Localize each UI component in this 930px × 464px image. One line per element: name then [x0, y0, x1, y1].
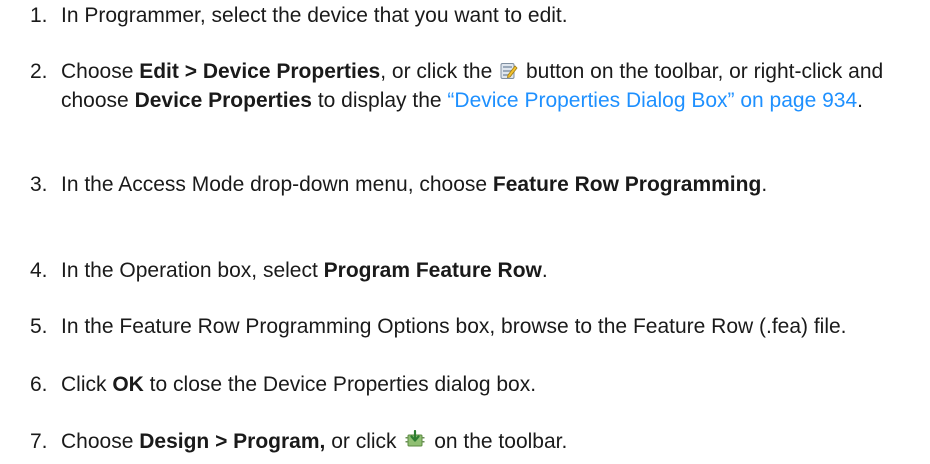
step-2-text-b: , or click the: [380, 60, 499, 83]
step-7-text-a: Choose: [61, 430, 140, 453]
step-text: Click OK to close the Device Properties …: [61, 370, 910, 399]
step-2-text-a: Choose: [61, 60, 140, 83]
step-4-text-b: .: [541, 259, 548, 282]
step-2-text-d: to display the: [312, 89, 448, 112]
step-number: 1.: [30, 4, 48, 27]
step-number: 4.: [30, 259, 48, 282]
step-number: 5.: [30, 315, 48, 338]
menu-path-design-program: Design > Program,: [139, 430, 326, 453]
step-4: 4. In the Operation box, select Program …: [30, 256, 910, 285]
step-text: In Programmer, select the device that yo…: [61, 1, 910, 30]
step-3-text-b: .: [761, 173, 768, 196]
step-2: 2. Choose Edit > Device Properties, or c…: [30, 57, 910, 115]
step-text: In the Access Mode drop-down menu, choos…: [61, 170, 910, 199]
step-5: 5. In the Feature Row Programming Option…: [30, 312, 910, 341]
step-text: Choose Edit > Device Properties, or clic…: [61, 57, 910, 115]
step-7: 7. Choose Design > Program, or click on …: [30, 427, 910, 456]
feature-row-programming-label: Feature Row Programming: [492, 173, 762, 196]
step-2-text-e: .: [857, 89, 863, 112]
step-3-text-a: In the Access Mode drop-down menu, choos…: [61, 173, 493, 196]
step-number: 6.: [30, 373, 48, 396]
step-6: 6. Click OK to close the Device Properti…: [30, 370, 910, 399]
step-text: In the Operation box, select Program Fea…: [61, 256, 910, 285]
ok-label: OK: [112, 373, 144, 396]
step-4-text-a: In the Operation box, select: [61, 259, 324, 282]
step-1-text: In Programmer, select the device that yo…: [61, 4, 568, 27]
step-text: In the Feature Row Programming Options b…: [61, 312, 910, 341]
menu-path-edit-device-properties: Edit > Device Properties: [139, 60, 381, 83]
step-number: 2.: [30, 60, 48, 83]
step-7-text-b: or click: [325, 430, 403, 453]
step-6-text-a: Click: [61, 373, 113, 396]
step-7-text-c: on the toolbar.: [428, 430, 568, 453]
program-feature-row-label: Program Feature Row: [323, 259, 542, 282]
step-3: 3. In the Access Mode drop-down menu, ch…: [30, 170, 910, 199]
program-device-icon: [404, 430, 426, 450]
instruction-steps: 1. In Programmer, select the device that…: [0, 0, 930, 464]
step-6-text-b: to close the Device Properties dialog bo…: [143, 373, 537, 396]
device-properties-dialog-link[interactable]: “Device Properties Dialog Box” on page 9…: [447, 89, 857, 112]
context-menu-device-properties: Device Properties: [134, 89, 312, 112]
device-properties-icon: [500, 62, 518, 80]
step-number: 7.: [30, 430, 48, 453]
step-5-text: In the Feature Row Programming Options b…: [61, 315, 847, 338]
step-text: Choose Design > Program, or click on the…: [61, 427, 910, 456]
step-number: 3.: [30, 173, 48, 196]
step-1: 1. In Programmer, select the device that…: [30, 1, 910, 30]
